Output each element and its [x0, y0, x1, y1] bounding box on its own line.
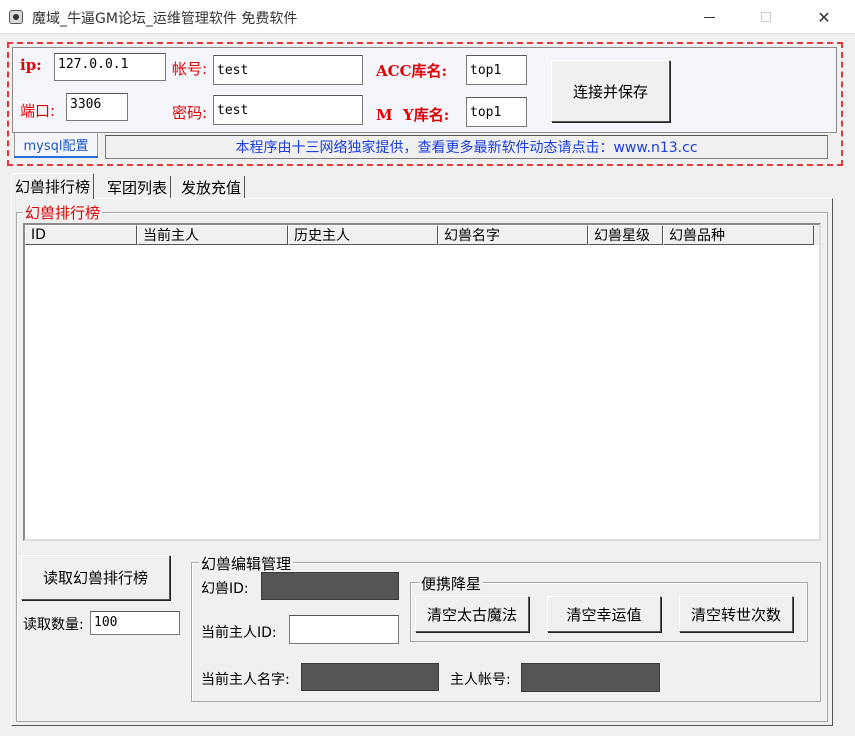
password-label: 密码:	[172, 104, 208, 122]
tab-pet-ranking[interactable]: 幻兽排行榜	[11, 173, 95, 199]
tab-mysql-underline	[14, 156, 98, 158]
tab-legion-list[interactable]: 军团列表	[104, 176, 172, 198]
read-count-input[interactable]: 100	[90, 611, 180, 635]
m-db-label: M Y库名:	[376, 106, 450, 124]
app-icon	[9, 10, 23, 24]
password-input[interactable]: test	[213, 95, 363, 125]
owner-account-field[interactable]	[521, 663, 660, 692]
ip-label: ip:	[20, 56, 42, 74]
ip-input[interactable]: 127.0.0.1	[54, 53, 166, 81]
owner-id-input[interactable]	[289, 615, 399, 644]
tab-mysql-config[interactable]: mysql配置	[14, 133, 98, 157]
clear-ancient-magic-button[interactable]: 清空太古魔法	[415, 596, 529, 632]
owner-account-label: 主人帐号:	[450, 672, 511, 688]
read-ranking-button[interactable]: 读取幻兽排行榜	[21, 555, 170, 600]
column-header-previous-owner[interactable]: 历史主人	[288, 225, 438, 245]
pet-ranking-group-title: 幻兽排行榜	[23, 202, 103, 223]
tab-issue-recharge[interactable]: 发放充值	[178, 176, 246, 198]
owner-name-field[interactable]	[301, 663, 439, 691]
clear-rebirth-count-button[interactable]: 清空转世次数	[679, 596, 793, 632]
owner-id-label: 当前主人ID:	[201, 625, 277, 641]
window-title: 魔域_牛逼GM论坛_运维管理软件 免费软件	[32, 11, 298, 27]
clear-luck-button[interactable]: 清空幸运值	[547, 596, 661, 632]
m-db-input[interactable]: top1	[466, 97, 527, 127]
pet-edit-group-title: 幻兽编辑管理	[199, 553, 294, 574]
acc-db-label: ACC库名:	[376, 62, 448, 80]
maximize-icon	[761, 12, 771, 22]
pet-ranking-list[interactable]: ID 当前主人 历史主人 幻兽名字 幻兽星级 幻兽品种	[23, 223, 821, 541]
column-header-current-owner[interactable]: 当前主人	[137, 225, 288, 245]
column-header-id[interactable]: ID	[25, 225, 137, 245]
acc-db-input[interactable]: top1	[466, 55, 527, 85]
column-header-pet-name[interactable]: 幻兽名字	[438, 225, 588, 245]
close-icon: ✕	[817, 7, 831, 27]
notice-banner[interactable]: 本程序由十三网络独家提供，查看更多最新软件动态请点击：www.n13.cc	[105, 135, 828, 159]
port-label: 端口:	[20, 102, 56, 120]
column-header-pet-breed[interactable]: 幻兽品种	[663, 225, 814, 245]
connect-save-button[interactable]: 连接并保存	[551, 60, 670, 122]
pet-id-label: 幻兽ID:	[201, 581, 249, 597]
maximize-button[interactable]	[743, 0, 789, 34]
close-button[interactable]: ✕	[801, 0, 847, 34]
portable-downgrade-group-title: 便携降星	[419, 573, 484, 594]
list-header: ID 当前主人 历史主人 幻兽名字 幻兽星级 幻兽品种	[25, 225, 819, 245]
owner-name-label: 当前主人名字:	[201, 672, 290, 688]
read-count-label: 读取数量:	[23, 617, 84, 633]
port-input[interactable]: 3306	[66, 93, 128, 121]
minimize-button[interactable]	[686, 0, 732, 34]
account-label: 帐号:	[172, 60, 208, 78]
account-input[interactable]: test	[213, 55, 363, 85]
column-header-pet-stars[interactable]: 幻兽星级	[588, 225, 663, 245]
minimize-icon	[703, 16, 715, 18]
pet-id-field[interactable]	[261, 572, 399, 600]
